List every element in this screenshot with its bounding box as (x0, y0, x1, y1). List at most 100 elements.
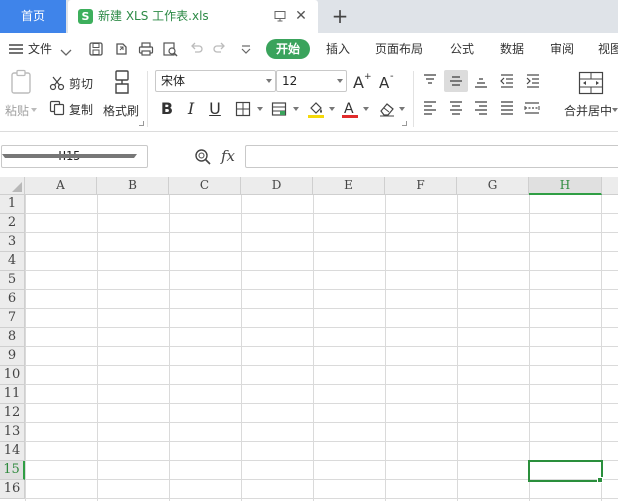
column-header-a[interactable]: A (25, 177, 97, 195)
cut-button[interactable]: 剪切 (69, 75, 93, 92)
align-left-icon[interactable] (422, 100, 438, 116)
fill-handle[interactable] (597, 477, 603, 483)
monitor-icon[interactable] (274, 10, 286, 22)
redo-icon[interactable] (212, 41, 228, 57)
column-header-g[interactable]: G (457, 177, 529, 195)
decrease-indent-icon[interactable] (499, 73, 515, 89)
merge-center-icon[interactable] (578, 71, 604, 95)
font-color-icon[interactable]: A (341, 99, 359, 119)
distributed-align-icon[interactable] (523, 100, 541, 116)
row-header-12[interactable]: 12 (0, 404, 25, 423)
cell-area[interactable] (25, 195, 618, 501)
align-right-icon[interactable] (473, 100, 489, 116)
row-header-11[interactable]: 11 (0, 385, 25, 404)
copy-icon[interactable] (49, 100, 65, 116)
column-header-h[interactable]: H (529, 177, 602, 195)
font-color-dropdown-icon[interactable] (363, 107, 369, 111)
row-header-8[interactable]: 8 (0, 328, 25, 347)
cell-style-dropdown-icon[interactable] (293, 107, 299, 111)
copy-button[interactable]: 复制 (69, 101, 93, 118)
chevron-down-icon[interactable] (58, 45, 74, 61)
align-top-icon[interactable] (422, 73, 438, 89)
row-header-9[interactable]: 9 (0, 347, 25, 366)
row-header-5[interactable]: 5 (0, 271, 25, 290)
justify-icon[interactable] (499, 100, 515, 116)
column-header-e[interactable]: E (313, 177, 385, 195)
format-painter-button[interactable]: 格式刷 (103, 102, 139, 119)
undo-icon[interactable] (188, 41, 204, 57)
export-icon[interactable] (114, 41, 130, 57)
svg-text:-: - (390, 71, 394, 82)
row-header-4[interactable]: 4 (0, 252, 25, 271)
row-header-15[interactable]: 15 (0, 461, 25, 480)
row-header-14[interactable]: 14 (0, 442, 25, 461)
column-header-f[interactable]: F (385, 177, 457, 195)
clear-format-dropdown-icon[interactable] (399, 107, 405, 111)
tab-bar: 首页 S 新建 XLS 工作表.xls ✕ + (0, 0, 618, 33)
new-tab-button[interactable]: + (330, 5, 350, 27)
menu-tab-formulas[interactable]: 公式 (450, 33, 474, 65)
bold-button[interactable]: B (160, 99, 174, 118)
font-dialog-launcher[interactable] (402, 121, 407, 126)
row-header-6[interactable]: 6 (0, 290, 25, 309)
close-tab-icon[interactable]: ✕ (294, 8, 308, 24)
column-header-b[interactable]: B (97, 177, 169, 195)
italic-button[interactable]: I (184, 99, 198, 118)
menu-tab-data[interactable]: 数据 (500, 33, 524, 65)
align-center-icon[interactable] (448, 100, 464, 116)
align-middle-icon[interactable] (448, 73, 464, 89)
decrease-font-size-icon[interactable]: A- (378, 71, 398, 91)
menu-tab-home[interactable]: 开始 (266, 39, 310, 59)
hamburger-menu-icon[interactable] (8, 41, 24, 57)
insert-function-button[interactable]: fx (221, 147, 235, 165)
menu-tab-review[interactable]: 审阅 (550, 33, 574, 65)
active-cell-h15[interactable] (528, 460, 603, 482)
paste-dropdown-icon[interactable] (31, 108, 37, 112)
print-preview-icon[interactable] (162, 41, 178, 57)
row-header-16[interactable]: 16 (0, 480, 25, 499)
print-icon[interactable] (138, 41, 154, 57)
font-name-select[interactable]: 宋体 (155, 70, 276, 92)
fill-color-icon[interactable] (307, 99, 325, 119)
menu-tab-insert[interactable]: 插入 (326, 33, 350, 65)
file-menu[interactable]: 文件 (28, 33, 52, 65)
tab-document[interactable]: S 新建 XLS 工作表.xls ✕ (68, 0, 318, 33)
format-painter-icon[interactable] (110, 69, 134, 95)
cell-style-icon[interactable] (271, 101, 287, 117)
underline-button[interactable]: U (208, 99, 222, 118)
merge-dropdown-icon[interactable] (612, 108, 618, 112)
menu-tab-view[interactable]: 视图 (598, 33, 618, 65)
row-header-1[interactable]: 1 (0, 195, 25, 214)
align-bottom-icon[interactable] (473, 73, 489, 89)
zoom-search-icon[interactable] (194, 148, 212, 166)
row-header-7[interactable]: 7 (0, 309, 25, 328)
fill-color-dropdown-icon[interactable] (329, 107, 335, 111)
column-header-d[interactable]: D (241, 177, 313, 195)
increase-font-size-icon[interactable]: A + (352, 71, 372, 91)
customize-toolbar-icon[interactable] (238, 41, 254, 57)
paste-button-label[interactable]: 粘贴 (5, 102, 29, 119)
paste-icon[interactable] (10, 69, 32, 95)
scissors-icon[interactable] (49, 75, 65, 91)
menu-tab-page-layout[interactable]: 页面布局 (375, 33, 423, 65)
borders-dropdown-icon[interactable] (257, 107, 263, 111)
name-box[interactable]: H15 (1, 145, 148, 168)
save-icon[interactable] (88, 41, 104, 57)
menu-bar: 文件 开始 插入 页面布局 公式 数据 审阅 视图 (0, 33, 618, 65)
formula-input[interactable] (245, 145, 618, 168)
font-name-value: 宋体 (161, 74, 186, 88)
row-header-2[interactable]: 2 (0, 214, 25, 233)
borders-icon[interactable] (235, 101, 251, 117)
column-header-c[interactable]: C (169, 177, 241, 195)
font-size-select[interactable]: 12 (276, 70, 347, 92)
clear-format-icon[interactable] (378, 100, 396, 118)
clipboard-dialog-launcher[interactable] (139, 121, 144, 126)
row-header-13[interactable]: 13 (0, 423, 25, 442)
select-all-corner[interactable] (0, 177, 25, 195)
column-header-i[interactable] (602, 177, 618, 195)
merge-center-button[interactable]: 合并居中 (564, 102, 612, 119)
increase-indent-icon[interactable] (525, 73, 541, 89)
row-header-3[interactable]: 3 (0, 233, 25, 252)
tab-home[interactable]: 首页 (0, 0, 66, 33)
row-header-10[interactable]: 10 (0, 366, 25, 385)
